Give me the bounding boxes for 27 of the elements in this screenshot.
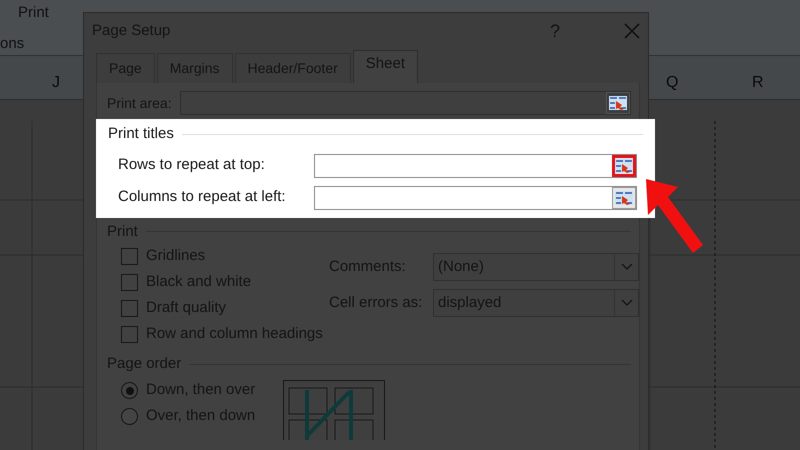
field-label: Columns to repeat at left: [118, 187, 287, 208]
collapse-button[interactable] [612, 154, 636, 176]
radio-button[interactable] [121, 382, 138, 399]
column-header[interactable]: J [52, 71, 60, 95]
field-label: Rows to repeat at top: [118, 155, 266, 176]
collapse-icon [615, 190, 633, 204]
checkbox[interactable] [121, 248, 138, 264]
checkbox[interactable] [121, 300, 138, 316]
column-header[interactable]: R [752, 71, 764, 95]
chevron-down-icon [620, 299, 632, 307]
chevron-down-icon [620, 263, 632, 271]
input-field[interactable] [314, 186, 637, 210]
collapse-icon [615, 158, 633, 172]
help-button[interactable]: ? [550, 18, 560, 44]
input-field[interactable] [180, 91, 631, 115]
collapse-icon [609, 96, 627, 110]
collapse-button[interactable] [606, 92, 630, 114]
collapse-button[interactable] [612, 186, 636, 208]
checkbox[interactable] [121, 274, 138, 290]
ribbon-label: Print [18, 3, 49, 23]
ribbon-label: ons [0, 34, 24, 54]
close-icon[interactable] [624, 23, 640, 39]
input-field[interactable] [314, 154, 637, 178]
group-title: Print titles [108, 124, 174, 144]
radio-button[interactable] [121, 408, 138, 425]
column-header[interactable]: Q [666, 71, 678, 95]
checkbox[interactable] [121, 326, 138, 342]
